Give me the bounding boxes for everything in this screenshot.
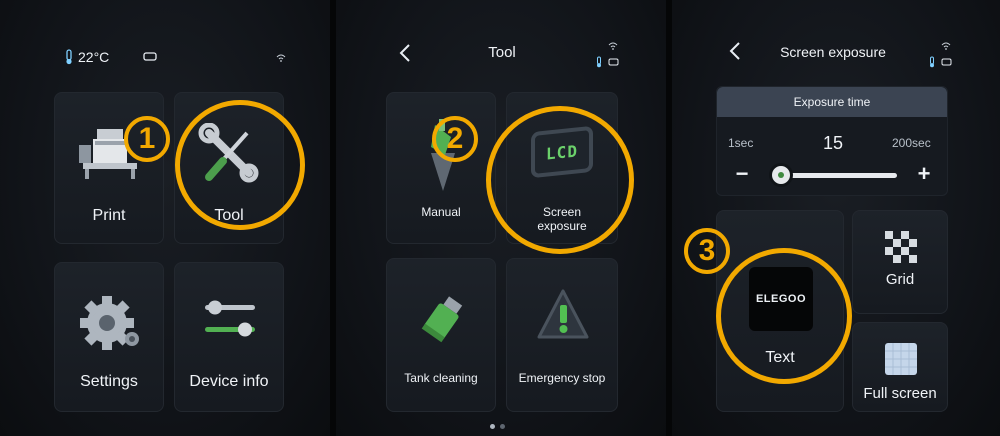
- settings-tile[interactable]: Settings: [54, 262, 164, 412]
- exposure-max-label: 200sec: [892, 136, 931, 150]
- step-marker-2: 2: [432, 116, 478, 162]
- thermometer-icon: [930, 56, 934, 68]
- manual-tile[interactable]: Manual: [386, 92, 496, 244]
- page-indicator: [490, 424, 505, 429]
- manual-label: Manual: [421, 205, 461, 219]
- wifi-icon: [276, 54, 286, 62]
- exposure-min-label: 1sec: [728, 136, 754, 150]
- temperature-indicator: 22°C: [64, 49, 109, 65]
- exposure-value: 15: [822, 133, 844, 153]
- highlight-circle-tool: [175, 100, 305, 230]
- temperature-value: 22°C: [78, 49, 110, 65]
- step-marker-1: 1: [124, 116, 170, 162]
- device-info-label: Device info: [189, 373, 269, 390]
- warning-icon: [537, 289, 589, 339]
- usb-icon: [143, 52, 157, 61]
- grid-pattern-tile[interactable]: Grid: [852, 210, 948, 314]
- tank-cleaning-icon: [421, 296, 463, 343]
- settings-label: Settings: [80, 373, 138, 390]
- emergency-stop-label: Emergency stop: [518, 371, 606, 385]
- gear-icon: [80, 296, 139, 350]
- back-icon[interactable]: [728, 41, 742, 61]
- increase-button[interactable]: +: [913, 162, 935, 186]
- usb-icon: [608, 58, 619, 66]
- grid-icon: [885, 231, 917, 263]
- thermometer-icon: [597, 56, 601, 68]
- grid-pattern-label: Grid: [885, 271, 915, 288]
- page-dot-2: [500, 424, 505, 429]
- highlight-circle-screen-exposure: [486, 106, 634, 254]
- print-tile[interactable]: Print: [54, 92, 164, 244]
- back-icon[interactable]: [398, 43, 412, 63]
- wifi-icon: [608, 42, 618, 50]
- decrease-button[interactable]: −: [732, 162, 752, 186]
- full-screen-pattern-label: Full screen: [863, 385, 937, 402]
- exposure-time-header: Exposure time: [717, 87, 947, 117]
- exposure-slider-knob[interactable]: [769, 163, 793, 187]
- highlight-circle-text: [716, 248, 852, 384]
- print-label: Print: [92, 207, 126, 224]
- tank-cleaning-label: Tank cleaning: [404, 371, 478, 385]
- full-screen-icon: [885, 343, 917, 375]
- page-dot-1: [490, 424, 495, 429]
- exposure-slider-track[interactable]: [783, 173, 897, 178]
- full-screen-pattern-tile[interactable]: Full screen: [852, 322, 948, 412]
- page-title: Tool: [488, 44, 516, 61]
- emergency-stop-tile[interactable]: Emergency stop: [506, 258, 618, 412]
- page-title: Screen exposure: [780, 44, 886, 60]
- tank-cleaning-tile[interactable]: Tank cleaning: [386, 258, 496, 412]
- sliders-icon: [205, 300, 255, 337]
- wifi-icon: [941, 42, 951, 50]
- thermometer-icon: [66, 49, 72, 65]
- step-marker-3: 3: [684, 228, 730, 274]
- device-info-tile[interactable]: Device info: [174, 262, 284, 412]
- usb-icon: [941, 58, 952, 66]
